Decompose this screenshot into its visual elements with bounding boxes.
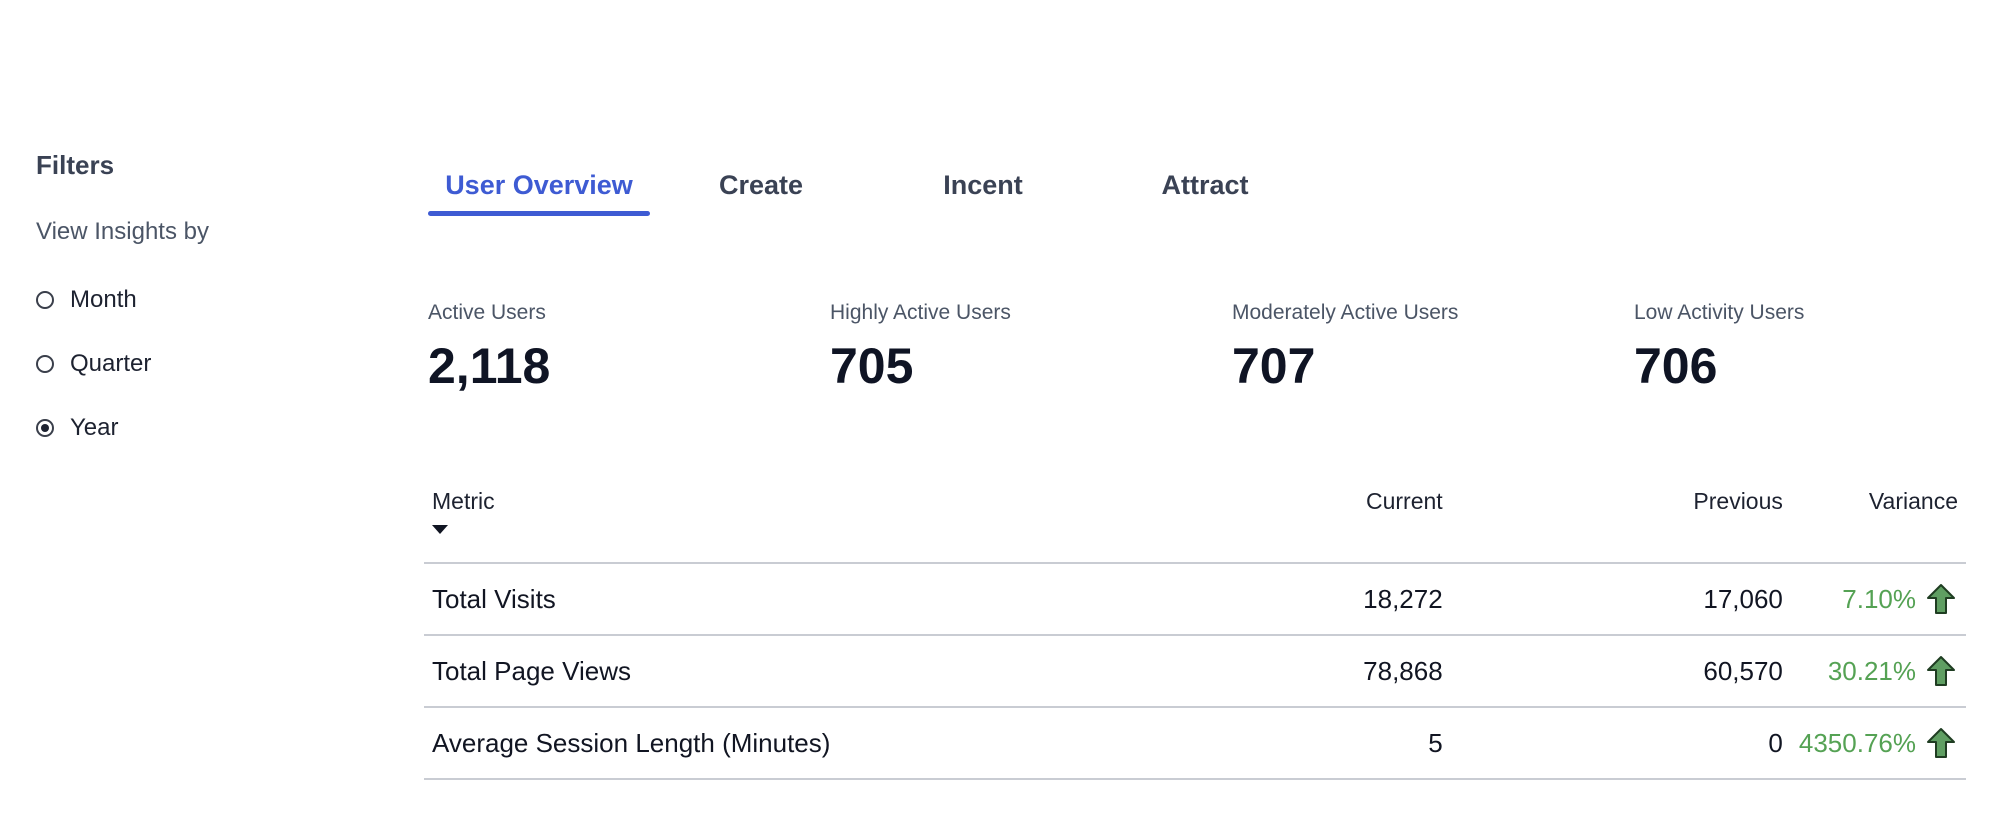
- view-by-radio-group: Month Quarter Year: [36, 280, 356, 448]
- up-arrow-icon: [1927, 656, 1955, 686]
- header-metric-label: Metric: [432, 488, 495, 514]
- table-row: Total Page Views 78,868 60,570 30.21%: [424, 635, 1966, 708]
- kpi-label: Active Users: [428, 301, 546, 324]
- variance-value: 7.10%: [1842, 583, 1916, 614]
- kpi-highly-active-users: Highly Active Users 705: [830, 298, 1232, 396]
- header-current: Current: [1197, 474, 1451, 564]
- radio-year[interactable]: Year: [36, 408, 356, 448]
- tab-bar: User Overview Create Incent Attract: [428, 160, 1316, 218]
- cell-metric: Total Visits: [424, 563, 1198, 636]
- table-header-row: Metric Current Previous Variance: [424, 474, 1966, 564]
- variance-value: 4350.76%: [1798, 727, 1916, 758]
- up-arrow-icon: [1927, 584, 1955, 614]
- radio-month-label: Month: [70, 286, 137, 313]
- header-previous: Previous: [1450, 474, 1791, 564]
- table-row: Average Session Length (Minutes) 5 0 435…: [424, 707, 1966, 780]
- radio-quarter[interactable]: Quarter: [36, 344, 356, 384]
- cell-current: 18,272: [1197, 563, 1451, 636]
- cell-variance: 4350.76%: [1790, 707, 1966, 780]
- tab-incent[interactable]: Incent: [872, 160, 1094, 210]
- cell-previous: 60,570: [1450, 635, 1791, 708]
- cell-current: 78,868: [1197, 635, 1451, 708]
- cell-metric: Average Session Length (Minutes): [424, 707, 1198, 780]
- cell-current: 5: [1197, 707, 1451, 780]
- variance-value-group: 30.21%: [1828, 654, 1958, 688]
- kpi-value: 2,118: [428, 338, 551, 394]
- variance-value: 30.21%: [1827, 655, 1916, 686]
- variance-value-group: 7.10%: [1842, 582, 1958, 616]
- kpi-value: 706: [1634, 338, 1718, 394]
- cell-variance: 30.21%: [1790, 635, 1966, 708]
- radio-month[interactable]: Month: [36, 280, 356, 320]
- table-row: Total Visits 18,272 17,060 7.10%: [424, 563, 1966, 636]
- tab-attract[interactable]: Attract: [1094, 160, 1316, 210]
- cell-previous: 0: [1450, 707, 1791, 780]
- cell-metric: Total Page Views: [424, 635, 1198, 708]
- kpi-value: 707: [1232, 338, 1316, 394]
- sort-descending-icon[interactable]: [432, 525, 448, 534]
- filters-title: Filters: [36, 150, 115, 180]
- radio-quarter-circle[interactable]: [36, 355, 54, 373]
- kpi-label: Highly Active Users: [830, 301, 1011, 324]
- kpi-moderately-active-users: Moderately Active Users 707: [1232, 298, 1634, 396]
- radio-year-label: Year: [70, 414, 119, 441]
- tab-create[interactable]: Create: [650, 160, 872, 210]
- kpi-label: Low Activity Users: [1634, 301, 1805, 324]
- kpi-value: 705: [830, 338, 914, 394]
- header-metric[interactable]: Metric: [424, 474, 1198, 564]
- tab-user-overview[interactable]: User Overview: [428, 160, 650, 216]
- kpi-row: Active Users 2,118 Highly Active Users 7…: [428, 298, 2000, 396]
- view-insights-label: View Insights by: [36, 218, 209, 245]
- cell-previous: 17,060: [1450, 563, 1791, 636]
- variance-value-group: 4350.76%: [1799, 726, 1958, 760]
- kpi-low-activity-users: Low Activity Users 706: [1634, 298, 2000, 396]
- radio-quarter-label: Quarter: [70, 350, 152, 377]
- filters-panel: Filters View Insights by Month Quarter Y…: [36, 150, 356, 472]
- cell-variance: 7.10%: [1790, 563, 1966, 636]
- kpi-label: Moderately Active Users: [1232, 301, 1459, 324]
- kpi-active-users: Active Users 2,118: [428, 298, 830, 396]
- metrics-table: Metric Current Previous Variance Total V…: [424, 474, 1966, 780]
- up-arrow-icon: [1927, 728, 1955, 758]
- radio-month-circle[interactable]: [36, 291, 54, 309]
- radio-year-circle[interactable]: [36, 419, 54, 437]
- header-variance: Variance: [1790, 474, 1966, 564]
